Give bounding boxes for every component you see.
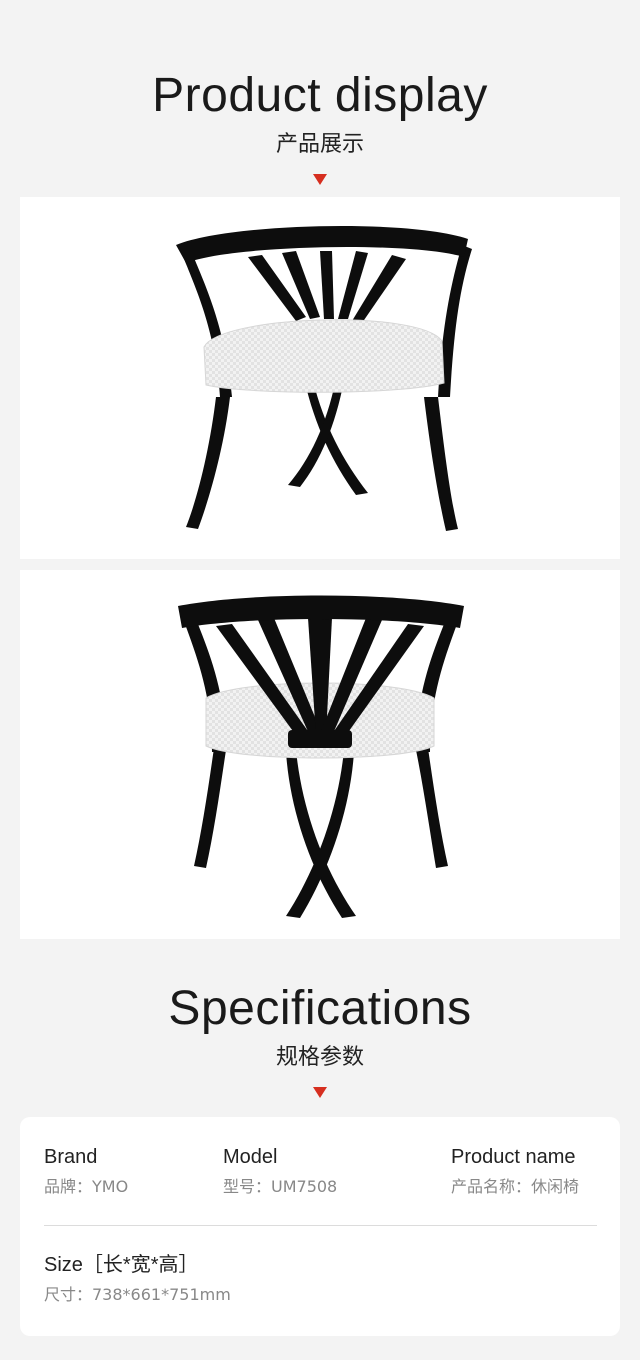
product-display-subtitle: 产品展示 xyxy=(275,132,364,157)
specifications-header: Specifications 规格参数 xyxy=(0,985,640,1098)
spec-brand-label: Brand xyxy=(44,1146,98,1168)
specifications-subtitle: 规格参数 xyxy=(275,1045,364,1070)
down-arrow-icon xyxy=(313,174,327,185)
spec-product-name: Product name 产品名称：休闲椅 xyxy=(451,1147,579,1195)
spec-size-value: 尺寸：738*661*751mm xyxy=(44,1285,231,1304)
product-display-title: Product display xyxy=(152,69,488,122)
specifications-title: Specifications xyxy=(168,982,472,1035)
product-display-header: Product display 产品展示 xyxy=(0,72,640,185)
spec-model-value: 型号：UM7508 xyxy=(223,1177,338,1196)
chair-front-illustration xyxy=(178,595,464,918)
chair-side-illustration xyxy=(176,226,472,531)
spec-model: Model 型号：UM7508 xyxy=(223,1147,337,1195)
spec-brand: Brand 品牌：YMO xyxy=(44,1147,128,1195)
spec-product-name-value: 产品名称：休闲椅 xyxy=(451,1177,580,1196)
specifications-card: Brand 品牌：YMO Model 型号：UM7508 Product nam… xyxy=(20,1117,620,1336)
spec-size-label: Size［长*宽*高］ xyxy=(44,1254,199,1276)
spec-divider xyxy=(44,1225,597,1226)
spec-product-name-label: Product name xyxy=(451,1146,576,1168)
product-photo-side xyxy=(20,197,620,559)
down-arrow-icon xyxy=(313,1087,327,1098)
product-photo-front xyxy=(20,570,620,939)
spec-size: Size［长*宽*高］ 尺寸：738*661*751mm xyxy=(44,1255,231,1303)
spec-brand-value: 品牌：YMO xyxy=(44,1177,129,1196)
spec-model-label: Model xyxy=(223,1146,278,1168)
